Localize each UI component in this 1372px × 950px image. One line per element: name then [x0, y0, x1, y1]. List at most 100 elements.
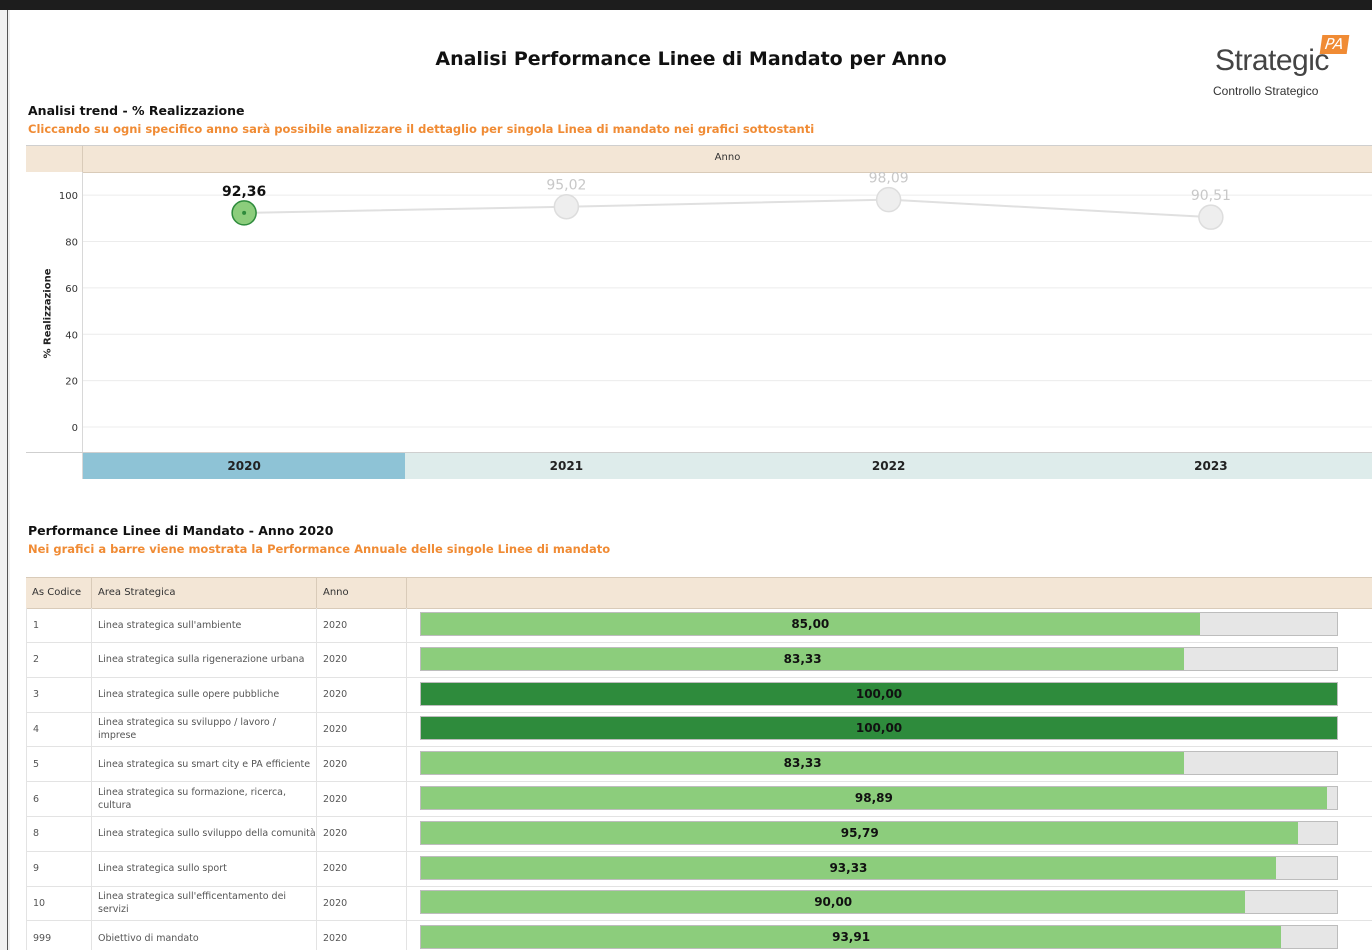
- row-year: 2020: [317, 642, 407, 677]
- year-selector: 2020 2021 2022 2023: [26, 452, 1372, 479]
- row-area: Linea strategica sull'ambiente: [92, 608, 317, 642]
- col-header-area: Area Strategica: [92, 578, 317, 608]
- bar-value-label: 98,89: [854, 791, 893, 805]
- year-tab-2022[interactable]: 2022: [727, 453, 1050, 479]
- row-year: 2020: [317, 747, 407, 782]
- row-area: Linea strategica sull'efficentamento dei…: [92, 886, 317, 921]
- bar-track: 83,33: [420, 646, 1338, 671]
- bar-value-label: 85,00: [791, 617, 830, 631]
- table-row: 10 Linea strategica sull'efficentamento d…: [26, 886, 1372, 922]
- row-year: 2020: [317, 851, 407, 886]
- logo-word: Strategic: [1215, 44, 1329, 77]
- table-row: 1 Linea strategica sull'ambiente 2020 85,00: [26, 608, 1372, 643]
- logo-subtitle: Controllo Strategico: [1213, 84, 1319, 98]
- table-row: 999 Obiettivo di mandato 2020 93,91: [26, 921, 1372, 950]
- row-code: 9: [26, 851, 92, 886]
- bar-value-label: 95,79: [840, 825, 879, 840]
- bar-value-label: 93,91: [832, 930, 871, 945]
- year-tab-2020[interactable]: 2020: [83, 453, 406, 479]
- trend-line: [244, 198, 1211, 219]
- bar-track: 98,89: [420, 786, 1338, 810]
- row-area: Linea strategica su formazione, ricerca,…: [92, 782, 317, 816]
- data-label: 92,36: [222, 184, 266, 200]
- col-header-anno: Anno: [317, 578, 407, 608]
- row-year: 2020: [317, 921, 407, 950]
- dashboard: Analisi Performance Linee di Mandato per…: [10, 10, 1372, 950]
- row-area: Linea strategica sullo sviluppo della co…: [92, 816, 317, 851]
- bar-track: 90,00: [420, 890, 1338, 915]
- row-year: 2020: [317, 782, 407, 816]
- row-area: Linea strategica su sviluppo / lavoro / …: [92, 712, 317, 747]
- row-year: 2020: [317, 712, 407, 747]
- row-code: 999: [26, 921, 92, 950]
- y-tick-label: 20: [65, 377, 78, 388]
- data-label: 95,02: [546, 178, 586, 194]
- strategic-pa-logo: Strategic PA Controllo Strategico: [1207, 26, 1357, 102]
- table-row: 3 Linea strategica sulle opere pubbliche 2…: [26, 677, 1372, 713]
- table-row: 8 Linea strategica sullo sviluppo della c…: [26, 816, 1372, 852]
- trend-section-subtitle: Cliccando su ogni specifico anno sarà po…: [28, 122, 815, 136]
- bar-value-label: 100,00: [855, 686, 903, 701]
- data-label: 90,51: [1191, 188, 1231, 204]
- y-tick-label: 60: [65, 284, 78, 295]
- y-tick-label: 100: [59, 191, 78, 202]
- year-tab-2023[interactable]: 2023: [1049, 453, 1372, 479]
- row-code: 2: [26, 642, 92, 677]
- trend-header-corner: [26, 146, 83, 172]
- bar-track: 85,00: [420, 612, 1338, 636]
- y-tick-label: 80: [65, 238, 78, 249]
- page-title: Analisi Performance Linee di Mandato per…: [435, 48, 947, 70]
- data-point: [1198, 204, 1224, 230]
- bar-track: 100,00: [420, 681, 1338, 706]
- bar-track: 83,33: [420, 751, 1338, 776]
- bars-section-subtitle: Nei grafici a barre viene mostrata la Pe…: [28, 542, 611, 556]
- col-header-codice: As Codice: [26, 578, 92, 608]
- year-tab-2021[interactable]: 2021: [405, 453, 728, 479]
- logo-badge: PA: [1319, 35, 1349, 54]
- row-area: Linea strategica sulle opere pubbliche: [92, 677, 317, 712]
- data-point-center: [242, 210, 247, 215]
- row-area: Linea strategica sulla rigenerazione urb…: [92, 642, 317, 677]
- window-left-edge: [0, 10, 10, 950]
- row-area: Linea strategica su smart city e PA effi…: [92, 747, 317, 782]
- row-code: 3: [26, 677, 92, 712]
- bars-section-title: Performance Linee di Mandato - Anno 2020: [28, 523, 334, 538]
- row-code: 4: [26, 712, 92, 747]
- bar-track: 95,79: [420, 820, 1338, 845]
- bar-value-label: 100,00: [855, 721, 903, 736]
- row-year: 2020: [317, 608, 407, 642]
- data-point: [875, 186, 902, 213]
- row-code: 6: [26, 782, 92, 816]
- bar-value-label: 83,33: [783, 651, 822, 666]
- table-header: As Codice Area Strategica Anno: [26, 577, 1372, 609]
- trend-plot: 0 20 40 60 80 100 92,36 95,02 98,09 90,51: [59, 172, 1372, 434]
- row-code: 1: [26, 608, 92, 642]
- trend-header-label: Anno: [714, 152, 741, 163]
- data-point: [553, 193, 580, 220]
- table-row: 5 Linea strategica su smart city e PA eff…: [26, 747, 1372, 783]
- bar-track: 100,00: [420, 716, 1338, 741]
- y-tick-label: 40: [65, 330, 78, 341]
- row-code: 5: [26, 747, 92, 782]
- row-code: 10: [26, 886, 92, 921]
- table-row: 6 Linea strategica su formazione, ricerca…: [26, 782, 1372, 817]
- bar-track: 93,33: [420, 855, 1338, 880]
- table-row: 9 Linea strategica sullo sport 2020 93,33: [26, 851, 1372, 887]
- bar-track: 93,91: [420, 925, 1338, 950]
- trend-chart: Anno % Realizzazione 0 20 40 60 80 100 92,36 95…: [26, 145, 1372, 479]
- row-code: 8: [26, 816, 92, 851]
- row-year: 2020: [317, 677, 407, 712]
- bar-value-label: 90,00: [814, 895, 853, 910]
- bar-value-label: 93,33: [829, 860, 868, 875]
- row-year: 2020: [317, 816, 407, 851]
- trend-header: Anno: [83, 146, 1372, 173]
- row-area: Obiettivo di mandato: [92, 921, 317, 950]
- row-area: Linea strategica sullo sport: [92, 851, 317, 886]
- bar-value-label: 83,33: [783, 756, 822, 771]
- trend-section-title: Analisi trend - % Realizzazione: [28, 103, 245, 118]
- table-row: 4 Linea strategica su sviluppo / lavoro /…: [26, 712, 1372, 748]
- y-tick-label: 0: [72, 423, 78, 434]
- data-label: 98,09: [869, 172, 909, 187]
- table-row: 2 Linea strategica sulla rigenerazione ur…: [26, 642, 1372, 678]
- row-year: 2020: [317, 886, 407, 921]
